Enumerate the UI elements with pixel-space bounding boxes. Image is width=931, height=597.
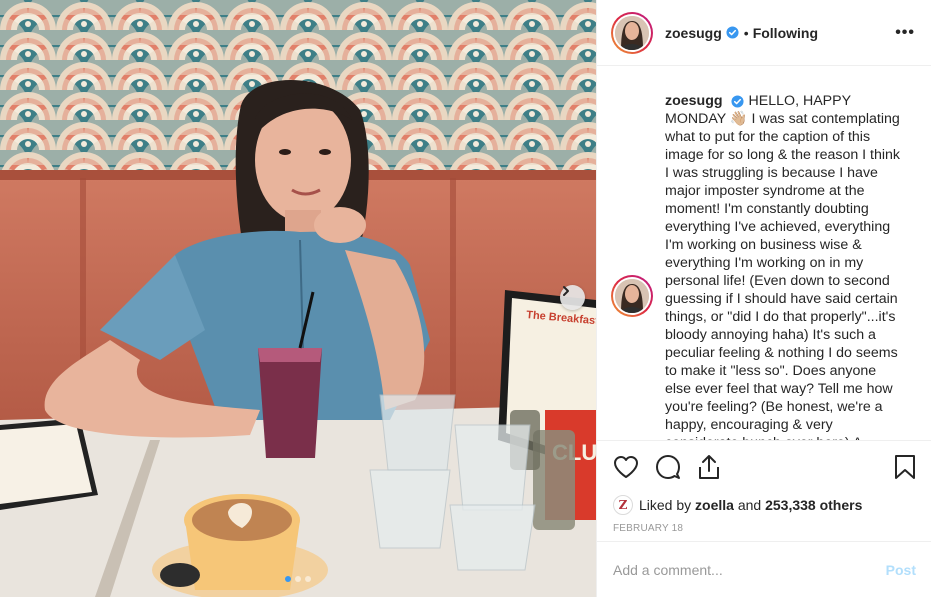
- carousel-next-button[interactable]: [560, 285, 585, 310]
- post-header: zoesugg • Following •••: [597, 0, 931, 66]
- share-icon[interactable]: [697, 454, 721, 480]
- post-date[interactable]: FEBRUARY 18: [613, 523, 916, 534]
- likes-prefix: Liked by: [639, 497, 692, 513]
- header-separator: •: [743, 24, 749, 41]
- header-username[interactable]: zoesugg: [665, 25, 722, 41]
- carousel-dots: [0, 576, 596, 582]
- post-photo[interactable]: The Breakfast C CLU HO: [0, 0, 596, 597]
- likes-count[interactable]: 253,338 others: [765, 497, 862, 513]
- comment-bar: Post: [597, 541, 931, 597]
- carousel-dot: [305, 576, 311, 582]
- avatar[interactable]: [611, 11, 653, 54]
- comment-input[interactable]: [613, 561, 886, 578]
- photo-illustration: The Breakfast C CLU HO: [0, 0, 596, 597]
- carousel-dot: [285, 576, 291, 582]
- chevron-right-icon: [563, 286, 569, 296]
- verified-icon: [731, 95, 744, 108]
- carousel-dot: [295, 576, 301, 582]
- avatar-image: [615, 279, 649, 313]
- post-comment-button[interactable]: Post: [886, 562, 916, 578]
- liker-avatar[interactable]: Z: [613, 495, 633, 515]
- avatar-image: [615, 15, 649, 50]
- more-icon[interactable]: •••: [895, 24, 915, 42]
- post-sidebar: zoesugg • Following ••• zoesugg HELLO, H…: [596, 0, 931, 597]
- caption-avatar[interactable]: [611, 275, 653, 317]
- likes-summary: Z Liked by zoella and 253,338 others: [613, 495, 916, 515]
- verified-icon: [726, 26, 739, 39]
- following-button[interactable]: Following: [753, 25, 818, 41]
- likes-and: and: [737, 497, 762, 513]
- comment-icon[interactable]: [655, 454, 681, 480]
- caption-username[interactable]: zoesugg: [665, 93, 723, 109]
- bookmark-icon[interactable]: [894, 454, 916, 480]
- caption-scroll-area[interactable]: zoesugg HELLO, HAPPY MONDAY 👋🏼 I was sat…: [597, 66, 931, 440]
- post-actions: Z Liked by zoella and 253,338 others FEB…: [597, 440, 931, 534]
- liker-username[interactable]: zoella: [695, 497, 734, 513]
- caption: zoesugg HELLO, HAPPY MONDAY 👋🏼 I was sat…: [665, 92, 905, 440]
- heart-icon[interactable]: [613, 455, 639, 479]
- caption-text: HELLO, HAPPY MONDAY 👋🏼 I was sat contemp…: [665, 93, 901, 440]
